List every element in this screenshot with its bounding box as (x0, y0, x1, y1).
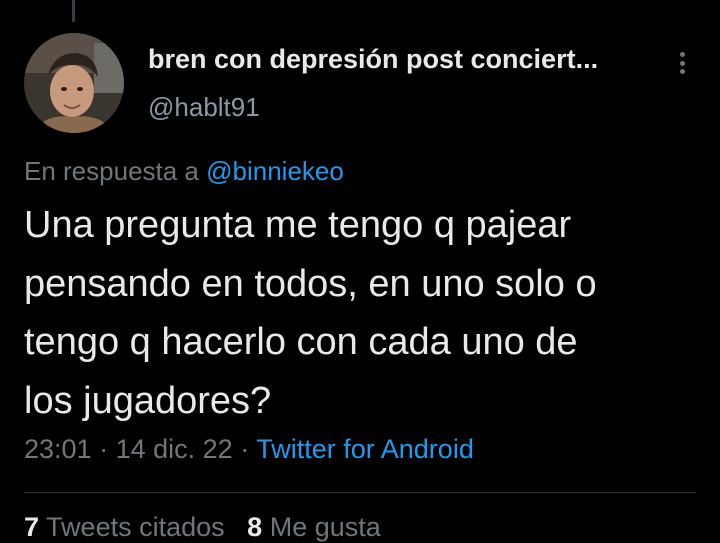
tweet-source-link[interactable]: Twitter for Android (256, 434, 474, 464)
tweet-text: Una pregunta me tengo q pajear pensando … (24, 204, 597, 422)
quote-tweets-count[interactable]: 7 (24, 512, 39, 542)
meta-separator: · (99, 434, 109, 464)
avatar[interactable] (24, 33, 124, 133)
author-display-name[interactable]: bren con depresión post conciert... (148, 44, 598, 75)
thread-connector-line (72, 0, 75, 22)
reply-prefix: En respuesta a (24, 156, 199, 186)
quote-tweets-label[interactable]: Tweets citados (46, 512, 225, 542)
reply-mention-link[interactable]: @binniekeo (206, 156, 344, 186)
tweet-date[interactable]: 14 dic. 22 (116, 434, 233, 464)
author-handle[interactable]: @hablt91 (148, 92, 260, 123)
reply-context: En respuesta a @binniekeo (24, 156, 344, 187)
more-vertical-icon[interactable] (668, 48, 696, 78)
avatar-image (24, 33, 124, 133)
likes-label[interactable]: Me gusta (270, 512, 381, 542)
tweet-meta: 23:01 · 14 dic. 22 · Twitter for Android (24, 434, 474, 465)
meta-separator: · (240, 434, 250, 464)
likes-count[interactable]: 8 (247, 512, 262, 542)
tweet-time[interactable]: 23:01 (24, 434, 92, 464)
divider (24, 492, 696, 493)
